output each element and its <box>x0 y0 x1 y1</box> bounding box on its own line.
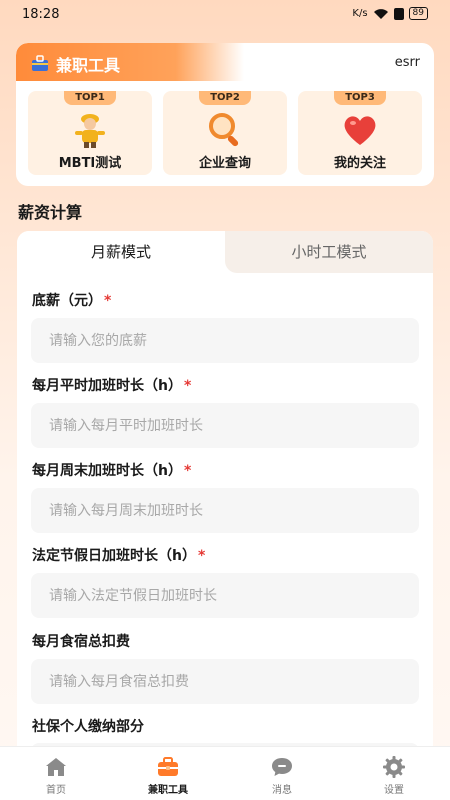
nav-label: 兼职工具 <box>148 785 188 796</box>
rank-badge: TOP2 <box>199 91 251 105</box>
required-mark: * <box>197 548 206 564</box>
gear-icon <box>383 756 405 778</box>
field-label-holiday-overtime: 法定节假日加班时长（h） * <box>32 548 206 564</box>
tool-company-search[interactable]: TOP2 企业查询 <box>163 91 287 175</box>
weekday-overtime-input[interactable] <box>31 403 419 448</box>
username: esrr <box>394 55 420 70</box>
required-mark: * <box>183 378 192 394</box>
tool-label: 我的关注 <box>333 156 386 171</box>
nav-item-tools[interactable]: 兼职工具 <box>112 747 224 800</box>
tool-mbti-test[interactable]: TOP1 MBTI测试 <box>28 91 152 175</box>
section-title: 薪资计算 <box>18 203 83 222</box>
status-time: 18:28 <box>22 7 60 22</box>
tools-banner <box>16 43 244 81</box>
mode-tabs: 月薪模式 小时工模式 <box>17 231 433 273</box>
field-label-weekend-overtime: 每月周末加班时长（h） * <box>32 463 192 479</box>
holiday-overtime-input[interactable] <box>31 573 419 618</box>
tab-monthly-mode[interactable]: 月薪模式 <box>17 231 225 273</box>
tool-label: 企业查询 <box>198 156 251 171</box>
tool-my-follows[interactable]: TOP3 我的关注 <box>298 91 422 175</box>
board-deduction-input[interactable] <box>31 659 419 704</box>
tab-hourly-mode[interactable]: 小时工模式 <box>225 231 433 273</box>
weekend-overtime-input[interactable] <box>31 488 419 533</box>
signal-icon <box>393 7 404 20</box>
field-label-weekday-overtime: 每月平时加班时长（h） * <box>32 378 192 394</box>
field-label-social-insurance: 社保个人缴纳部分 <box>32 719 144 735</box>
status-icons: K/s 89 <box>352 7 428 20</box>
magnifier-icon <box>209 113 239 147</box>
base-salary-input[interactable] <box>31 318 419 363</box>
required-mark: * <box>183 463 192 479</box>
nav-label: 设置 <box>384 785 404 796</box>
required-mark: * <box>104 293 112 309</box>
nav-item-messages[interactable]: 消息 <box>226 747 338 800</box>
tools-card: 兼职工具 esrr TOP1 MBTI测试 TOP2 企业查询 TOP3 我的关… <box>16 43 434 186</box>
briefcase-icon <box>158 757 178 776</box>
tool-label: MBTI测试 <box>58 156 122 171</box>
nav-item-settings[interactable]: 设置 <box>338 747 450 800</box>
nav-item-home[interactable]: 首页 <box>0 747 112 800</box>
worker-figure-icon <box>75 114 105 148</box>
nav-label: 首页 <box>46 785 66 796</box>
net-speed-text: K/s <box>352 8 368 19</box>
field-label-board-deduction: 每月食宿总扣费 <box>32 634 130 650</box>
home-icon <box>46 758 66 776</box>
status-bar: 18:28 K/s 89 <box>0 0 450 30</box>
heart-icon <box>344 116 376 145</box>
message-icon <box>272 758 292 776</box>
field-label-base-salary: 底薪（元） * <box>32 293 112 309</box>
rank-badge: TOP3 <box>334 91 386 105</box>
tools-title: 兼职工具 <box>56 56 121 75</box>
bottom-nav: 首页 兼职工具 消息 设置 <box>0 746 450 800</box>
battery-icon: 89 <box>408 7 428 20</box>
rank-badge: TOP1 <box>64 91 116 105</box>
wifi-icon <box>373 8 388 19</box>
nav-label: 消息 <box>272 785 292 796</box>
toolbox-icon <box>32 55 48 71</box>
tools-header: 兼职工具 esrr <box>16 43 434 81</box>
salary-form-panel: 月薪模式 小时工模式 底薪（元）* 每月平时加班时长（h）* 每月周末加班时长（… <box>17 231 433 751</box>
